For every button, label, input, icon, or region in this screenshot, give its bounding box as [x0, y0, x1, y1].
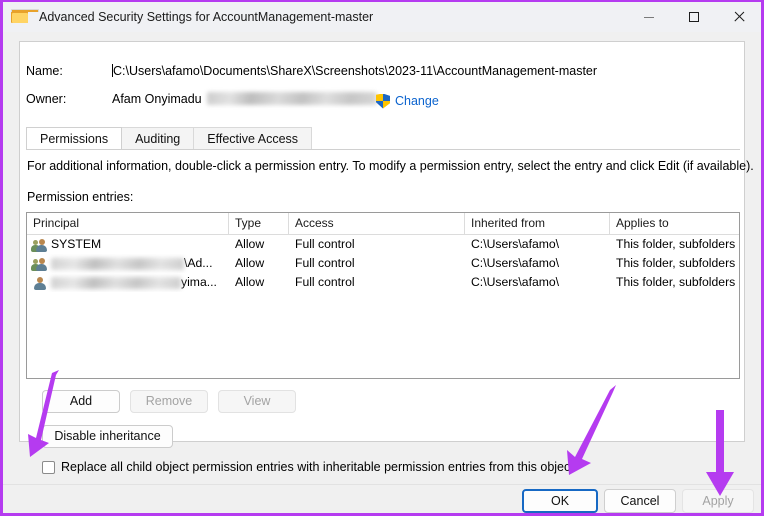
content-panel: Name: C:\Users\afamo\Documents\ShareX\Sc…: [19, 41, 754, 474]
title-bar: Advanced Security Settings for AccountMa…: [3, 2, 761, 32]
close-button[interactable]: [716, 2, 761, 32]
column-header-access[interactable]: Access: [289, 213, 465, 234]
table-row[interactable]: \Ad... Allow Full control C:\Users\afamo…: [27, 254, 739, 273]
column-header-principal[interactable]: Principal: [27, 213, 229, 234]
owner-redacted-email: [206, 92, 377, 105]
tab-permissions[interactable]: Permissions: [26, 127, 123, 149]
minimize-icon: [643, 16, 654, 18]
table-header-row: Principal Type Access Inherited from App…: [27, 213, 739, 235]
change-label: Change: [395, 94, 439, 108]
remove-button: Remove: [130, 390, 208, 413]
principal-redacted: [51, 257, 184, 270]
cell-inherited-from: C:\Users\afamo\: [471, 275, 560, 289]
permission-entries-list[interactable]: Principal Type Access Inherited from App…: [26, 212, 740, 379]
replace-child-permissions-label: Replace all child object permission entr…: [61, 460, 574, 474]
tab-effective-access[interactable]: Effective Access: [193, 127, 313, 149]
cell-access: Full control: [295, 275, 355, 289]
permission-entries-label: Permission entries:: [27, 190, 134, 204]
table-row[interactable]: yima... Allow Full control C:\Users\afam…: [27, 273, 739, 292]
cancel-button[interactable]: Cancel: [604, 489, 676, 513]
group-users-icon: [31, 238, 47, 252]
maximize-icon: [688, 12, 699, 22]
replace-child-permissions-row[interactable]: Replace all child object permission entr…: [42, 460, 574, 474]
footer-separator: [3, 484, 761, 485]
column-header-type[interactable]: Type: [229, 213, 289, 234]
cell-applies-to: This folder, subfolders and files: [616, 256, 739, 270]
instruction-text: For additional information, double-click…: [27, 159, 754, 173]
close-icon: [733, 11, 745, 23]
folder-icon: [11, 9, 39, 25]
group-users-icon: [31, 257, 47, 271]
window-title: Advanced Security Settings for AccountMa…: [39, 10, 374, 24]
cell-inherited-from: C:\Users\afamo\: [471, 237, 560, 251]
principal-text: \Ad...: [184, 256, 213, 270]
principal-redacted: [51, 276, 181, 289]
column-header-inherited-from[interactable]: Inherited from: [465, 213, 610, 234]
single-user-icon: [32, 276, 47, 290]
owner-label: Owner:: [26, 92, 67, 106]
cell-type: Allow: [235, 275, 265, 289]
maximize-button[interactable]: [671, 2, 716, 32]
dialog-body: Name: C:\Users\afamo\Documents\ShareX\Sc…: [3, 32, 761, 513]
minimize-button[interactable]: [626, 2, 671, 32]
tab-strip: Permissions Auditing Effective Access: [26, 126, 740, 150]
name-value: C:\Users\afamo\Documents\ShareX\Screensh…: [112, 64, 597, 78]
view-button: View: [218, 390, 296, 413]
ok-button[interactable]: OK: [522, 489, 598, 513]
column-header-applies-to[interactable]: Applies to: [610, 213, 739, 234]
owner-name-text: Afam Onyimadu: [112, 92, 202, 106]
name-path-text: C:\Users\afamo\Documents\ShareX\Screensh…: [113, 64, 598, 78]
change-owner-link[interactable]: Change: [376, 92, 439, 110]
principal-text: yima...: [181, 275, 217, 289]
replace-child-permissions-checkbox[interactable]: [42, 460, 55, 474]
add-button[interactable]: Add: [42, 390, 120, 413]
cell-access: Full control: [295, 256, 355, 270]
principal-text: SYSTEM: [51, 237, 102, 251]
name-label: Name:: [26, 64, 63, 78]
apply-button: Apply: [682, 489, 754, 513]
owner-value: Afam Onyimadu: [112, 92, 377, 106]
advanced-security-settings-window: Advanced Security Settings for AccountMa…: [0, 0, 764, 516]
tab-auditing[interactable]: Auditing: [121, 127, 195, 149]
table-row[interactable]: SYSTEM Allow Full control C:\Users\afamo…: [27, 235, 739, 254]
cell-type: Allow: [235, 256, 265, 270]
cell-inherited-from: C:\Users\afamo\: [471, 256, 560, 270]
uac-shield-icon: [376, 93, 390, 109]
cell-applies-to: This folder, subfolders and files: [616, 275, 739, 289]
cell-principal: SYSTEM: [27, 235, 229, 254]
cell-applies-to: This folder, subfolders and files: [616, 237, 739, 251]
cell-principal: \Ad...: [27, 254, 229, 273]
disable-inheritance-button[interactable]: Disable inheritance: [42, 425, 173, 448]
caption-button-group: [626, 2, 761, 32]
cell-type: Allow: [235, 237, 265, 251]
cell-access: Full control: [295, 237, 355, 251]
cell-principal: yima...: [27, 273, 229, 292]
